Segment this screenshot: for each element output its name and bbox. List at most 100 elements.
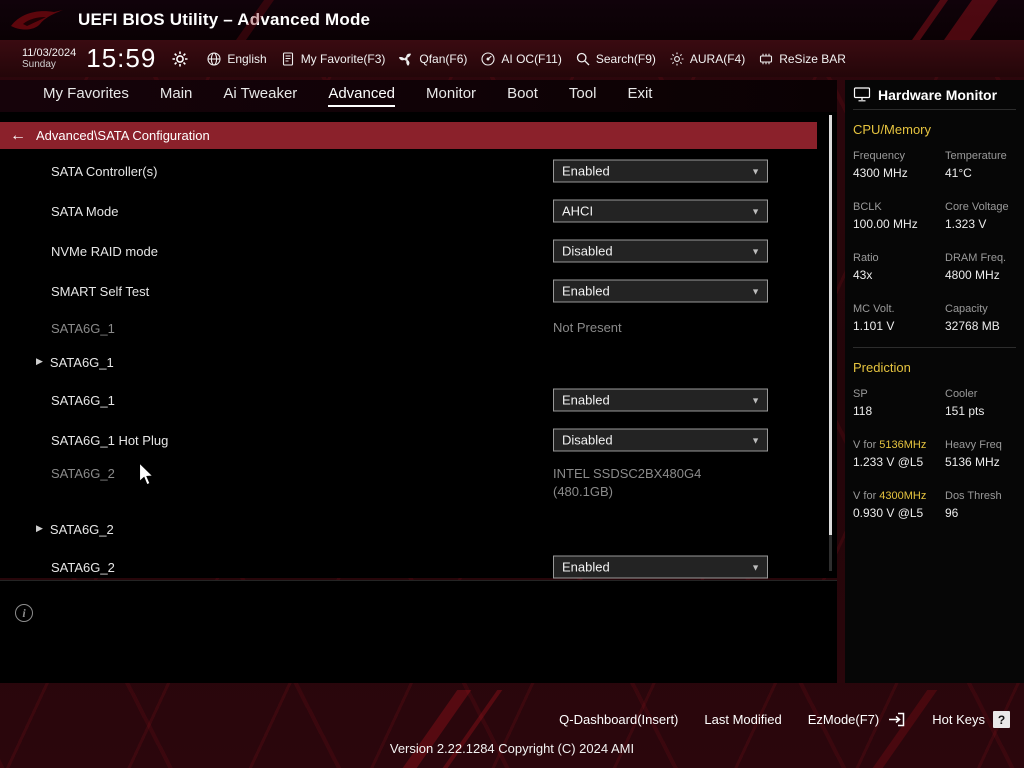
hw-stat-value: 118 [853, 404, 873, 418]
q-dashboard-button[interactable]: Q-Dashboard(Insert) [559, 712, 678, 727]
hw-stat: V for 4300MHz 0.930 V @L5 [853, 490, 941, 520]
qfan-button[interactable]: Qfan(F6) [398, 51, 467, 67]
chevron-down-icon: ▼ [751, 166, 760, 176]
hw-stats-grid: SP 118 Cooler 151 pts V for 5136MHz 1.23… [853, 388, 1016, 520]
tab-exit[interactable]: Exit [627, 85, 652, 107]
hw-stat-label: Core Voltage [945, 201, 1009, 213]
tab-main[interactable]: Main [160, 85, 193, 107]
hw-stat-value: 151 pts [945, 404, 985, 418]
my-favorite-label: My Favorite(F3) [300, 51, 386, 66]
qfan-label: Qfan(F6) [419, 51, 468, 66]
last-modified-button[interactable]: Last Modified [704, 712, 781, 727]
settings-gear-button[interactable] [170, 49, 190, 69]
globe-icon [207, 51, 221, 66]
dropdown-value: Enabled [562, 392, 610, 408]
hw-stat: Ratio 43x [853, 252, 941, 282]
setting-label: SATA6G_1 [49, 355, 114, 370]
hw-stat-value: 1.233 V @L5 [853, 455, 924, 469]
language-label: English [227, 51, 267, 66]
day-label: Sunday [22, 58, 56, 70]
setting-dropdown[interactable]: Enabled ▼ [553, 279, 768, 303]
setting-value: INTEL SSDSC2BX480G4 (480.1GB) [553, 466, 702, 499]
search-button[interactable]: Search(F9) [575, 51, 656, 67]
hw-stat: SP 118 [853, 388, 941, 418]
hw-stat-value: 32768 MB [945, 319, 1000, 333]
language-button[interactable]: English [206, 51, 267, 67]
setting-row-readonly: SATA6G_2 INTEL SSDSC2BX480G4 (480.1GB) [0, 460, 837, 512]
setting-dropdown[interactable]: Enabled ▼ [553, 555, 768, 579]
dropdown-value: Disabled [562, 432, 613, 448]
hw-stat: Temperature 41°C [945, 150, 1016, 180]
hardware-monitor-title: Hardware Monitor [878, 86, 998, 103]
tab-my-favorites[interactable]: My Favorites [43, 85, 129, 107]
hw-stat: Cooler 151 pts [945, 388, 1016, 418]
tab-monitor[interactable]: Monitor [426, 85, 476, 107]
hw-stat-label: Heavy Freq [945, 439, 1002, 451]
setting-dropdown[interactable]: Enabled ▼ [553, 159, 768, 183]
fan-icon [399, 53, 412, 66]
gear-icon [172, 51, 188, 66]
setting-row-expandable[interactable]: ▶ SATA6G_1 [0, 345, 837, 380]
back-arrow-icon[interactable]: ← [0, 127, 36, 145]
setting-row[interactable]: SATA Mode AHCI ▼ [0, 191, 837, 231]
hw-section-title: Prediction [853, 360, 911, 375]
setting-dropdown[interactable]: Disabled ▼ [553, 239, 768, 263]
ezmode-label: EzMode(F7) [807, 712, 880, 727]
tab-boot[interactable]: Boot [507, 85, 538, 107]
chevron-down-icon: ▼ [751, 206, 760, 216]
search-label: Search(F9) [595, 51, 656, 66]
dropdown-value: AHCI [562, 203, 594, 219]
hardware-monitor-header: Hardware Monitor [853, 80, 1016, 110]
time-label: 15:59 [86, 43, 157, 73]
chevron-down-icon: ▼ [751, 562, 760, 572]
setting-dropdown[interactable]: Disabled ▼ [553, 428, 768, 452]
breadcrumb-bar: ← Advanced\SATA Configuration [0, 122, 817, 149]
dropdown-value: Enabled [562, 559, 610, 575]
setting-row-expandable[interactable]: ▶ SATA6G_2 [0, 512, 837, 547]
setting-label: SATA6G_2 [51, 559, 115, 575]
hw-stat: Frequency 4300 MHz [853, 150, 941, 180]
info-icon: i [15, 604, 33, 622]
ezmode-button[interactable]: EzMode(F7) [808, 711, 907, 728]
setting-label: SMART Self Test [51, 283, 150, 299]
breadcrumb: Advanced\SATA Configuration [36, 128, 210, 143]
my-favorite-button[interactable]: My Favorite(F3) [280, 51, 386, 67]
setting-value: Not Present [553, 320, 622, 335]
aura-button[interactable]: AURA(F4) [669, 51, 745, 67]
hw-section: CPU/Memory Frequency 4300 MHz Temperatur… [853, 110, 1016, 333]
setting-row[interactable]: NVMe RAID mode Disabled ▼ [0, 231, 837, 271]
settings-panel: ← Advanced\SATA Configuration SATA Contr… [0, 112, 837, 579]
scrollbar-track[interactable] [829, 115, 832, 571]
help-info-panel: i [0, 580, 837, 683]
expand-arrow-icon: ▶ [36, 356, 43, 366]
hardware-monitor-sections: CPU/Memory Frequency 4300 MHz Temperatur… [853, 110, 1016, 520]
hw-stat-value: 5136 MHz [945, 455, 1000, 469]
last-modified-label: Last Modified [704, 712, 782, 727]
footer-bar: Q-Dashboard(Insert) Last Modified EzMode… [0, 683, 1024, 768]
page-title: UEFI BIOS Utility – Advanced Mode [78, 10, 371, 29]
setting-label: SATA6G_1 Hot Plug [51, 432, 169, 448]
hot-keys-button[interactable]: Hot Keys ? [932, 711, 1010, 728]
setting-row[interactable]: SATA Controller(s) Enabled ▼ [0, 151, 837, 191]
hw-stat-label: V for 5136MHz [853, 439, 927, 451]
hw-stat: MC Volt. 1.101 V [853, 303, 941, 333]
setting-dropdown[interactable]: Enabled ▼ [553, 388, 768, 412]
hw-stat-value: 43x [853, 268, 873, 282]
ai-oc-button[interactable]: AI OC(F11) [480, 51, 562, 67]
hw-section-title: CPU/Memory [853, 122, 932, 137]
search-icon [576, 52, 590, 65]
title-bar: UEFI BIOS Utility – Advanced Mode [0, 0, 1024, 40]
setting-row[interactable]: SMART Self Test Enabled ▼ [0, 271, 837, 311]
hw-stat-value: 4800 MHz [945, 268, 1000, 282]
scrollbar-thumb[interactable] [829, 115, 832, 535]
setting-row[interactable]: SATA6G_1 Hot Plug Disabled ▼ [0, 420, 837, 460]
tab-advanced[interactable]: Advanced [328, 85, 396, 107]
hw-stat-value: 41°C [945, 166, 972, 180]
resize-bar-button[interactable]: ReSize BAR [758, 51, 846, 67]
setting-row[interactable]: SATA6G_1 Enabled ▼ [0, 380, 837, 420]
setting-dropdown[interactable]: AHCI ▼ [553, 199, 768, 223]
tab-tool[interactable]: Tool [569, 85, 597, 107]
expand-arrow-icon: ▶ [36, 523, 43, 533]
tab-ai-tweaker[interactable]: Ai Tweaker [223, 85, 297, 107]
setting-label: SATA6G_2 [49, 522, 114, 537]
